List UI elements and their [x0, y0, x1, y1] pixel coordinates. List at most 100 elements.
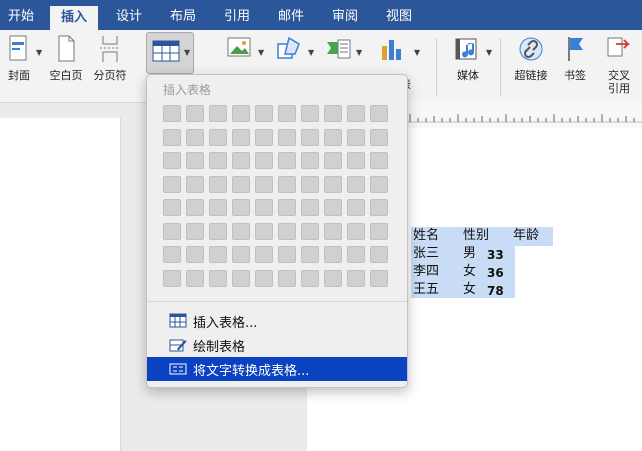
table-cell[interactable]: 女: [463, 263, 476, 281]
table-grid-cell[interactable]: [209, 270, 227, 287]
table-grid-cell[interactable]: [370, 246, 388, 263]
table-grid-cell[interactable]: [370, 152, 388, 169]
tab-view[interactable]: 视图: [382, 0, 416, 30]
table-grid-cell[interactable]: [278, 270, 296, 287]
chevron-down-icon[interactable]: ▼: [486, 48, 492, 57]
chevron-down-icon[interactable]: ▼: [36, 48, 42, 57]
tab-insert[interactable]: 插入: [50, 6, 98, 30]
table-grid-cell[interactable]: [370, 105, 388, 122]
table-grid-cell[interactable]: [209, 152, 227, 169]
table-cell[interactable]: 女: [463, 281, 476, 299]
table-grid-cell[interactable]: [186, 223, 204, 240]
table-cell[interactable]: 李四: [413, 263, 439, 281]
table-grid-cell[interactable]: [324, 270, 342, 287]
table-grid-cell[interactable]: [324, 199, 342, 216]
table-grid-cell[interactable]: [324, 129, 342, 146]
table-grid-cell[interactable]: [278, 129, 296, 146]
table-grid-cell[interactable]: [209, 223, 227, 240]
table-grid-cell[interactable]: [186, 129, 204, 146]
table-cell[interactable]: 姓名: [413, 227, 439, 245]
table-cell[interactable]: 78: [487, 282, 504, 300]
table-grid-cell[interactable]: [370, 270, 388, 287]
table-grid-cell[interactable]: [232, 246, 250, 263]
chevron-down-icon[interactable]: ▼: [414, 48, 420, 57]
table-grid-cell[interactable]: [278, 176, 296, 193]
convert-text-to-table-menu-item[interactable]: 将文字转换成表格...: [147, 357, 407, 381]
table-grid-cell[interactable]: [278, 199, 296, 216]
cover-page-button[interactable]: 封面: [0, 34, 38, 82]
table-grid-cell[interactable]: [301, 129, 319, 146]
table-grid-cell[interactable]: [186, 105, 204, 122]
table-grid-cell[interactable]: [278, 105, 296, 122]
blank-page-button[interactable]: 空白页: [46, 34, 86, 82]
tab-home[interactable]: 开始: [4, 0, 38, 30]
table-grid-cell[interactable]: [370, 129, 388, 146]
table-grid-cell[interactable]: [255, 105, 273, 122]
table-grid-cell[interactable]: [324, 223, 342, 240]
table-grid-cell[interactable]: [186, 152, 204, 169]
table-grid-cell[interactable]: [255, 152, 273, 169]
table-cell[interactable]: 男: [463, 245, 476, 263]
table-grid-cell[interactable]: [370, 176, 388, 193]
table-grid-cell[interactable]: [163, 152, 181, 169]
table-grid-cell[interactable]: [347, 199, 365, 216]
pictures-button[interactable]: [220, 34, 260, 65]
shapes-button[interactable]: [270, 34, 310, 67]
media-button[interactable]: 媒体: [448, 34, 488, 82]
draw-table-menu-item[interactable]: 绘制表格: [147, 333, 407, 357]
table-size-grid[interactable]: [163, 105, 391, 295]
table-grid-cell[interactable]: [232, 270, 250, 287]
table-grid-cell[interactable]: [163, 105, 181, 122]
table-grid-cell[interactable]: [209, 199, 227, 216]
chevron-down-icon[interactable]: ▼: [356, 48, 362, 57]
table-cell[interactable]: 王五: [413, 281, 439, 299]
table-grid-cell[interactable]: [301, 270, 319, 287]
table-grid-cell[interactable]: [163, 246, 181, 263]
table-grid-cell[interactable]: [347, 176, 365, 193]
table-grid-cell[interactable]: [209, 129, 227, 146]
tab-design[interactable]: 设计: [112, 0, 146, 30]
table-grid-cell[interactable]: [255, 199, 273, 216]
table-grid-cell[interactable]: [324, 152, 342, 169]
table-grid-cell[interactable]: [301, 105, 319, 122]
table-grid-cell[interactable]: [255, 246, 273, 263]
tab-layout[interactable]: 布局: [166, 0, 200, 30]
table-grid-cell[interactable]: [370, 199, 388, 216]
table-grid-cell[interactable]: [232, 105, 250, 122]
table-grid-cell[interactable]: [163, 129, 181, 146]
table-grid-cell[interactable]: [186, 270, 204, 287]
table-cell[interactable]: 性别: [463, 227, 489, 245]
table-grid-cell[interactable]: [232, 129, 250, 146]
table-grid-cell[interactable]: [347, 105, 365, 122]
table-cell[interactable]: 张三: [413, 245, 439, 263]
table-grid-cell[interactable]: [186, 176, 204, 193]
table-grid-cell[interactable]: [163, 223, 181, 240]
table-grid-cell[interactable]: [232, 152, 250, 169]
table-grid-cell[interactable]: [186, 199, 204, 216]
table-grid-cell[interactable]: [278, 152, 296, 169]
table-cell[interactable]: 36: [487, 264, 504, 282]
table-grid-cell[interactable]: [301, 199, 319, 216]
table-grid-cell[interactable]: [347, 129, 365, 146]
tab-review[interactable]: 审阅: [328, 0, 362, 30]
table-grid-cell[interactable]: [209, 176, 227, 193]
table-grid-cell[interactable]: [255, 223, 273, 240]
table-grid-cell[interactable]: [232, 199, 250, 216]
table-grid-cell[interactable]: [301, 176, 319, 193]
table-grid-cell[interactable]: [163, 199, 181, 216]
cross-reference-button[interactable]: 交叉 引用: [598, 34, 640, 95]
table-grid-cell[interactable]: [255, 270, 273, 287]
table-grid-cell[interactable]: [209, 105, 227, 122]
table-grid-cell[interactable]: [278, 223, 296, 240]
table-grid-cell[interactable]: [370, 223, 388, 240]
table-grid-cell[interactable]: [301, 223, 319, 240]
page-break-button[interactable]: 分页符: [90, 34, 130, 82]
table-grid-cell[interactable]: [278, 246, 296, 263]
table-grid-cell[interactable]: [347, 270, 365, 287]
smartart-button[interactable]: [318, 34, 358, 67]
table-grid-cell[interactable]: [324, 105, 342, 122]
table-grid-cell[interactable]: [324, 176, 342, 193]
table-grid-cell[interactable]: [301, 246, 319, 263]
tab-references[interactable]: 引用: [220, 0, 254, 30]
insert-table-button[interactable]: ▼: [146, 32, 194, 74]
